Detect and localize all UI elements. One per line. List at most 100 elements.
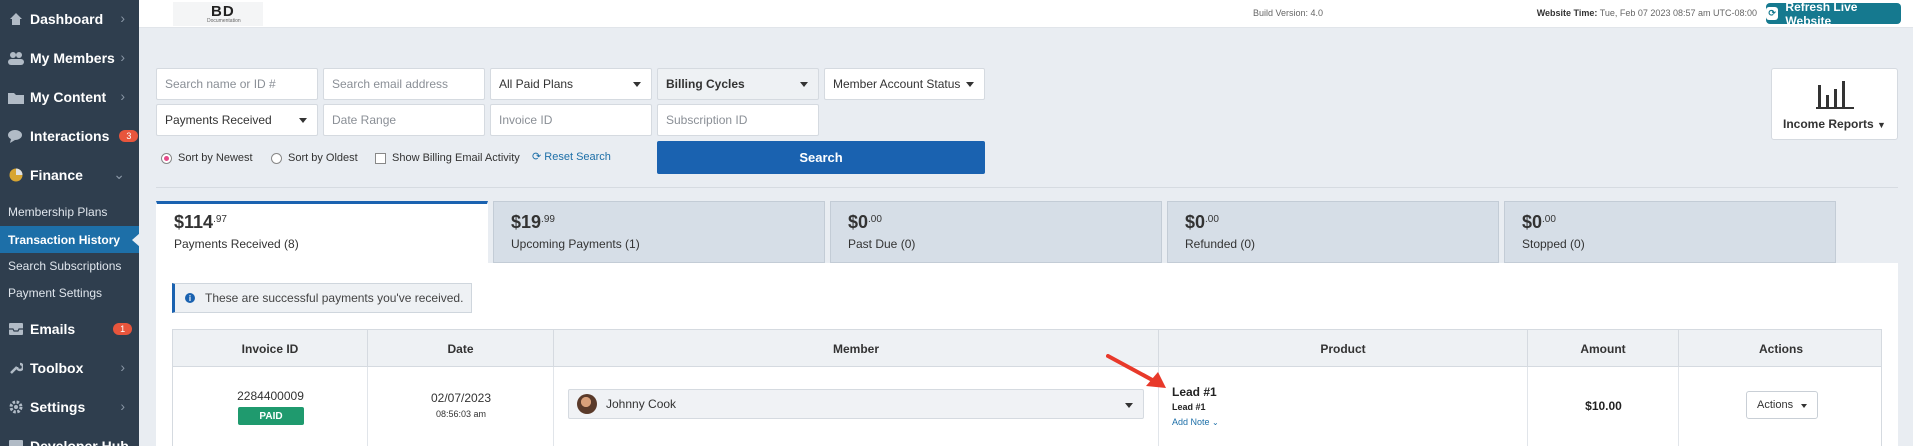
tab-amount-dollars: $19	[511, 212, 542, 232]
status-badge: PAID	[238, 407, 304, 425]
cell-actions: Actions	[1679, 367, 1883, 446]
sort-oldest-radio[interactable]: Sort by Oldest	[271, 152, 358, 164]
info-text: These are successful payments you've rec…	[205, 291, 464, 305]
settings-icon	[8, 399, 24, 415]
search-button[interactable]: Search	[657, 141, 985, 174]
chevron-right-icon: ›	[120, 10, 125, 26]
sidebar-item-my-members[interactable]: My Members ›	[0, 39, 139, 77]
invoice-id[interactable]: 2284400009	[173, 389, 368, 403]
sidebar-item-label: Interactions	[30, 128, 110, 144]
member-select[interactable]: Johnny Cook	[568, 389, 1144, 419]
sidebar-sub-membership-plans[interactable]: Membership Plans	[0, 198, 139, 225]
website-time-value: Tue, Feb 07 2023 08:57 am UTC-08:00	[1599, 8, 1757, 18]
column-header-amount[interactable]: Amount	[1528, 330, 1679, 368]
tab-stopped[interactable]: $0.00 Stopped (0)	[1504, 201, 1836, 263]
sidebar-sub-transaction-history[interactable]: Transaction History	[0, 226, 139, 253]
member-account-status-select[interactable]: Member Account Status	[824, 68, 985, 100]
product-title[interactable]: Lead #1	[1172, 385, 1217, 399]
members-icon	[8, 50, 24, 66]
add-note-label: Add Note	[1172, 417, 1210, 427]
column-header-product[interactable]: Product	[1159, 330, 1528, 368]
caret-down-icon: ▼	[1877, 120, 1886, 130]
invoice-id-input[interactable]: Invoice ID	[490, 104, 652, 136]
chevron-right-icon: ›	[120, 49, 125, 65]
tab-amount-dollars: $114	[174, 212, 214, 232]
reset-search-label: Reset Search	[544, 151, 611, 163]
transaction-time: 08:56:03 am	[435, 409, 487, 419]
tab-label: Refunded (0)	[1185, 237, 1256, 251]
sidebar-item-dashboard[interactable]: Dashboard ›	[0, 0, 139, 38]
tab-amount: $19.99	[511, 212, 807, 233]
sidebar-item-label: Developer Hub	[30, 438, 129, 446]
tab-upcoming-payments[interactable]: $19.99 Upcoming Payments (1)	[493, 201, 825, 263]
subscription-id-input[interactable]: Subscription ID	[657, 104, 819, 136]
transaction-date: 02/07/2023	[430, 391, 492, 405]
notification-badge: 3	[119, 130, 139, 142]
billing-cycles-select[interactable]: Billing Cycles	[657, 68, 819, 100]
chevron-right-icon: ›	[120, 398, 125, 414]
column-header-member[interactable]: Member	[554, 330, 1159, 368]
sidebar-item-toolbox[interactable]: Toolbox ›	[0, 349, 139, 387]
sidebar-item-settings[interactable]: Settings ›	[0, 388, 139, 426]
table-header: Invoice ID Date Member Product Amount Ac…	[172, 329, 1882, 368]
top-bar: BD Documentation Build Version: 4.0 Webs…	[139, 0, 1913, 28]
sidebar-item-emails[interactable]: Emails 1	[0, 310, 139, 348]
sidebar-item-interactions[interactable]: Interactions 3	[0, 117, 139, 155]
tab-payments-received[interactable]: $114.97 Payments Received (8)	[156, 201, 488, 263]
actions-dropdown-button[interactable]: Actions	[1746, 391, 1818, 419]
sidebar-item-label: Finance	[30, 167, 83, 183]
cell-date: 02/07/2023 08:56:03 am	[368, 367, 554, 446]
tab-amount-cents: .97	[213, 214, 227, 225]
sidebar-item-label: Dashboard	[30, 11, 104, 27]
add-note-link[interactable]: Add Note ⌄	[1172, 417, 1219, 427]
sidebar-item-developer-hub[interactable]: Developer Hub	[0, 427, 139, 446]
search-email-input[interactable]: Search email address	[323, 68, 485, 100]
tab-label: Upcoming Payments (1)	[511, 237, 640, 251]
tab-refunded[interactable]: $0.00 Refunded (0)	[1167, 201, 1499, 263]
date-range-input[interactable]: Date Range	[323, 104, 485, 136]
reset-search-link[interactable]: ⟳ Reset Search	[532, 150, 611, 163]
tab-past-due[interactable]: $0.00 Past Due (0)	[830, 201, 1162, 263]
logo[interactable]: BD Documentation	[173, 2, 263, 26]
income-reports-label: Income Reports ▼	[1772, 117, 1897, 131]
search-name-input[interactable]: Search name or ID #	[156, 68, 318, 100]
refresh-live-website-button[interactable]: ⟳ Refresh Live Website	[1766, 0, 1901, 28]
tab-amount-dollars: $0	[1522, 212, 1543, 232]
reset-icon: ⟳	[532, 151, 542, 163]
table-row: 2284400009 PAID 02/07/2023 08:56:03 am J…	[172, 367, 1882, 446]
chevron-right-icon: ›	[120, 88, 125, 104]
checkbox-icon	[375, 152, 386, 164]
tab-amount-dollars: $0	[1185, 212, 1206, 232]
tab-amount-cents: .99	[541, 214, 555, 225]
tab-amount: $0.00	[848, 212, 1144, 233]
member-name: Johnny Cook	[606, 397, 677, 411]
column-header-date[interactable]: Date	[368, 330, 554, 368]
divider	[156, 187, 1898, 188]
website-time: Website Time: Tue, Feb 07 2023 08:57 am …	[1537, 8, 1757, 18]
tab-amount-cents: .00	[1542, 214, 1556, 225]
bar-chart-icon	[1816, 81, 1854, 109]
cell-member: Johnny Cook	[554, 367, 1159, 446]
sort-newest-radio[interactable]: Sort by Newest	[161, 152, 253, 164]
payments-received-select[interactable]: Payments Received	[156, 104, 318, 136]
sidebar-item-my-content[interactable]: My Content ›	[0, 78, 139, 116]
tab-amount: $0.00	[1522, 212, 1818, 233]
sidebar-sub-payment-settings[interactable]: Payment Settings	[0, 279, 139, 306]
build-version: Build Version: 4.0	[1252, 8, 1323, 18]
finance-icon	[8, 167, 24, 183]
income-reports-button[interactable]: Income Reports ▼	[1771, 68, 1898, 140]
sidebar-item-label: My Content	[30, 89, 107, 105]
sidebar-sub-search-subscriptions[interactable]: Search Subscriptions	[0, 252, 139, 279]
show-billing-email-checkbox[interactable]: Show Billing Email Activity	[375, 152, 520, 164]
tab-amount-cents: .00	[1205, 214, 1219, 225]
toolbox-icon	[8, 360, 24, 376]
developer-icon	[8, 438, 24, 446]
sidebar-item-finance[interactable]: Finance ⌄	[0, 156, 139, 194]
transactions-panel: i These are successful payments you've r…	[156, 263, 1898, 446]
annotation-arrow-icon	[1106, 354, 1166, 388]
refresh-icon: ⟳	[1766, 7, 1779, 20]
tab-amount: $0.00	[1185, 212, 1481, 233]
paid-plans-select[interactable]: All Paid Plans	[490, 68, 652, 100]
cell-product: Lead #1 Lead #1 Add Note ⌄	[1159, 367, 1528, 446]
column-header-invoice-id[interactable]: Invoice ID	[173, 330, 368, 368]
